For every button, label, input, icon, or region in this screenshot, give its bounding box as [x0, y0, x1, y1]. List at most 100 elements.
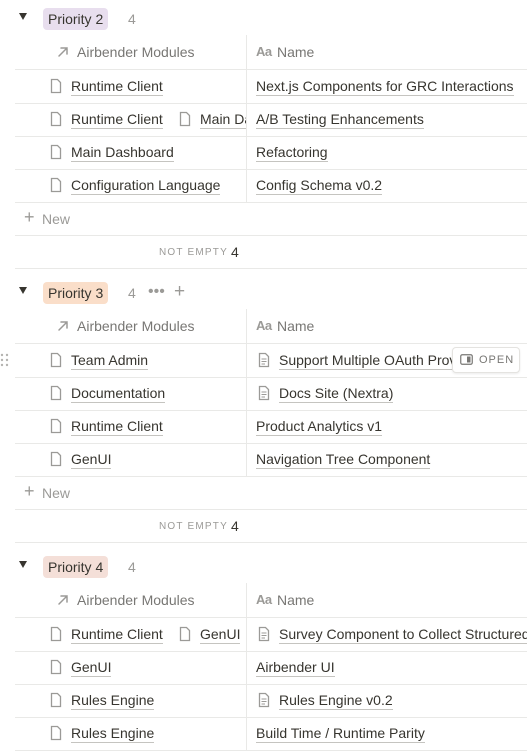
cell-modules[interactable]: GenUI: [15, 651, 246, 684]
drag-handle-icon[interactable]: [0, 352, 9, 368]
table-row[interactable]: GenUI Navigation Tree Component: [15, 443, 527, 477]
collapse-toggle-icon[interactable]: [19, 561, 27, 568]
page-icon: [50, 659, 62, 675]
row-title[interactable]: Refactoring: [256, 143, 328, 162]
new-row-label: New: [42, 485, 71, 501]
column-header-airbender-modules[interactable]: Airbender Modules: [15, 583, 246, 617]
row-title[interactable]: Product Analytics v1: [256, 417, 383, 436]
group-count: 4: [128, 559, 136, 575]
cell-modules[interactable]: Runtime Client: [15, 70, 246, 103]
cell-modules[interactable]: Team Admin: [15, 344, 246, 377]
table-row[interactable]: Documentation Docs Site (Nextra): [15, 377, 527, 411]
cell-name[interactable]: Rules Engine v0.2: [246, 684, 527, 717]
cell-modules[interactable]: Rules Engine: [15, 717, 246, 750]
cell-name[interactable]: Product Analytics v1: [246, 410, 527, 443]
collapse-toggle-icon[interactable]: [19, 287, 27, 294]
module-link[interactable]: Runtime Client: [71, 77, 163, 96]
column-header-name[interactable]: Aa Name: [246, 583, 527, 617]
column-header-airbender-modules[interactable]: Airbender Modules: [15, 35, 246, 69]
calculation-value: 4: [231, 518, 239, 534]
module-link[interactable]: Documentation: [71, 384, 166, 403]
cell-name[interactable]: Refactoring: [246, 136, 527, 169]
page-icon: [50, 111, 62, 127]
cell-name[interactable]: Navigation Tree Component: [246, 443, 527, 476]
table-row[interactable]: Rules Engine Rules Engine v0.2: [15, 684, 527, 718]
module-link[interactable]: GenUI: [71, 658, 112, 677]
group-label-pill[interactable]: Priority 2: [43, 8, 109, 30]
cell-modules[interactable]: GenUI: [15, 443, 246, 476]
module-link[interactable]: Runtime Client: [71, 625, 163, 644]
row-title[interactable]: Next.js Components for GRC Interactions: [256, 77, 514, 96]
row-title[interactable]: A/B Testing Enhancements: [256, 110, 424, 129]
row-title[interactable]: Build Time / Runtime Parity: [256, 724, 425, 743]
row-title[interactable]: Airbender UI: [256, 658, 335, 677]
cell-name[interactable]: A/B Testing Enhancements: [246, 103, 527, 136]
new-row-button[interactable]: + New: [15, 476, 527, 510]
row-title[interactable]: Config Schema v0.2: [256, 176, 383, 195]
column-header-airbender-modules[interactable]: Airbender Modules: [15, 309, 246, 343]
page-icon: [50, 418, 62, 434]
open-page-button[interactable]: OPEN: [452, 347, 520, 373]
module-link[interactable]: Rules Engine: [71, 724, 155, 743]
table-row[interactable]: GenUI Airbender UI: [15, 651, 527, 685]
cell-name[interactable]: Docs Site (Nextra): [246, 377, 527, 410]
group-count: 4: [128, 11, 136, 27]
row-title[interactable]: Docs Site (Nextra): [279, 384, 394, 403]
table-row[interactable]: Runtime Client Next.js Components for GR…: [15, 70, 527, 104]
cell-name[interactable]: Config Schema v0.2: [246, 169, 527, 202]
group-header: Priority 2 4: [0, 5, 527, 33]
table-row[interactable]: Main Dashboard Refactoring: [15, 136, 527, 170]
table-row[interactable]: Runtime Client Product Analytics v1: [15, 410, 527, 444]
module-link[interactable]: Configuration Language: [71, 176, 221, 195]
group-header: Priority 4 4: [0, 553, 527, 581]
cell-name[interactable]: Airbender UI: [246, 651, 527, 684]
page-icon: [50, 451, 62, 467]
group-count: 4: [128, 285, 136, 301]
cell-name[interactable]: Survey Component to Collect Structured F…: [246, 618, 527, 651]
cell-modules[interactable]: Documentation: [15, 377, 246, 410]
page-icon: [50, 626, 62, 642]
table-row[interactable]: Runtime Client GenUI Survey Component to…: [15, 618, 527, 652]
column-header-label: Name: [277, 318, 315, 334]
more-options-icon[interactable]: •••: [148, 282, 165, 302]
collapse-toggle-icon[interactable]: [19, 13, 27, 20]
table-row[interactable]: Configuration Language Config Schema v0.…: [15, 169, 527, 203]
calculation-row[interactable]: NOT EMPTY 4: [15, 235, 527, 269]
module-link[interactable]: Runtime Client: [71, 417, 163, 436]
module-link[interactable]: Rules Engine: [71, 691, 155, 710]
plus-icon: +: [24, 481, 35, 501]
column-header-name[interactable]: Aa Name: [246, 309, 527, 343]
add-item-icon[interactable]: +: [174, 281, 185, 303]
module-link[interactable]: GenUI: [200, 625, 241, 644]
new-row-button[interactable]: + New: [15, 202, 527, 236]
module-link[interactable]: Team Admin: [71, 351, 149, 370]
page-icon: [258, 692, 270, 708]
row-title[interactable]: Survey Component to Collect Structured F…: [279, 625, 527, 644]
group-label-pill[interactable]: Priority 3: [43, 282, 109, 304]
cell-modules[interactable]: Rules Engine: [15, 684, 246, 717]
cell-name[interactable]: Build Time / Runtime Parity: [246, 717, 527, 750]
row-title[interactable]: Rules Engine v0.2: [279, 691, 393, 710]
module-link[interactable]: Main Dashboard: [200, 110, 246, 129]
column-header-name[interactable]: Aa Name: [246, 35, 527, 69]
cell-modules[interactable]: Configuration Language: [15, 169, 246, 202]
column-header-label: Name: [277, 44, 315, 60]
page-icon: [50, 725, 62, 741]
table-row[interactable]: Runtime Client Main Dashboard A/B Testin…: [15, 103, 527, 137]
table-row[interactable]: Rules Engine Build Time / Runtime Parity: [15, 717, 527, 751]
module-link[interactable]: Runtime Client: [71, 110, 163, 129]
column-header-row: Airbender Modules Aa Name: [15, 309, 527, 344]
group-label-pill[interactable]: Priority 4: [43, 556, 109, 578]
cell-name[interactable]: Next.js Components for GRC Interactions: [246, 70, 527, 103]
calculation-row[interactable]: NOT EMPTY 4: [15, 509, 527, 543]
module-link[interactable]: Main Dashboard: [71, 143, 174, 162]
calculation-label: NOT EMPTY: [159, 247, 228, 258]
cell-modules[interactable]: Runtime Client: [15, 410, 246, 443]
arrow-up-right-icon: [58, 321, 68, 331]
cell-modules[interactable]: Main Dashboard: [15, 136, 246, 169]
row-title[interactable]: Navigation Tree Component: [256, 450, 431, 469]
cell-modules[interactable]: Runtime Client GenUI: [15, 618, 246, 651]
table-row[interactable]: Team Admin Support Multiple OAuth Provid…: [15, 344, 527, 378]
cell-modules[interactable]: Runtime Client Main Dashboard: [15, 103, 246, 136]
module-link[interactable]: GenUI: [71, 450, 112, 469]
